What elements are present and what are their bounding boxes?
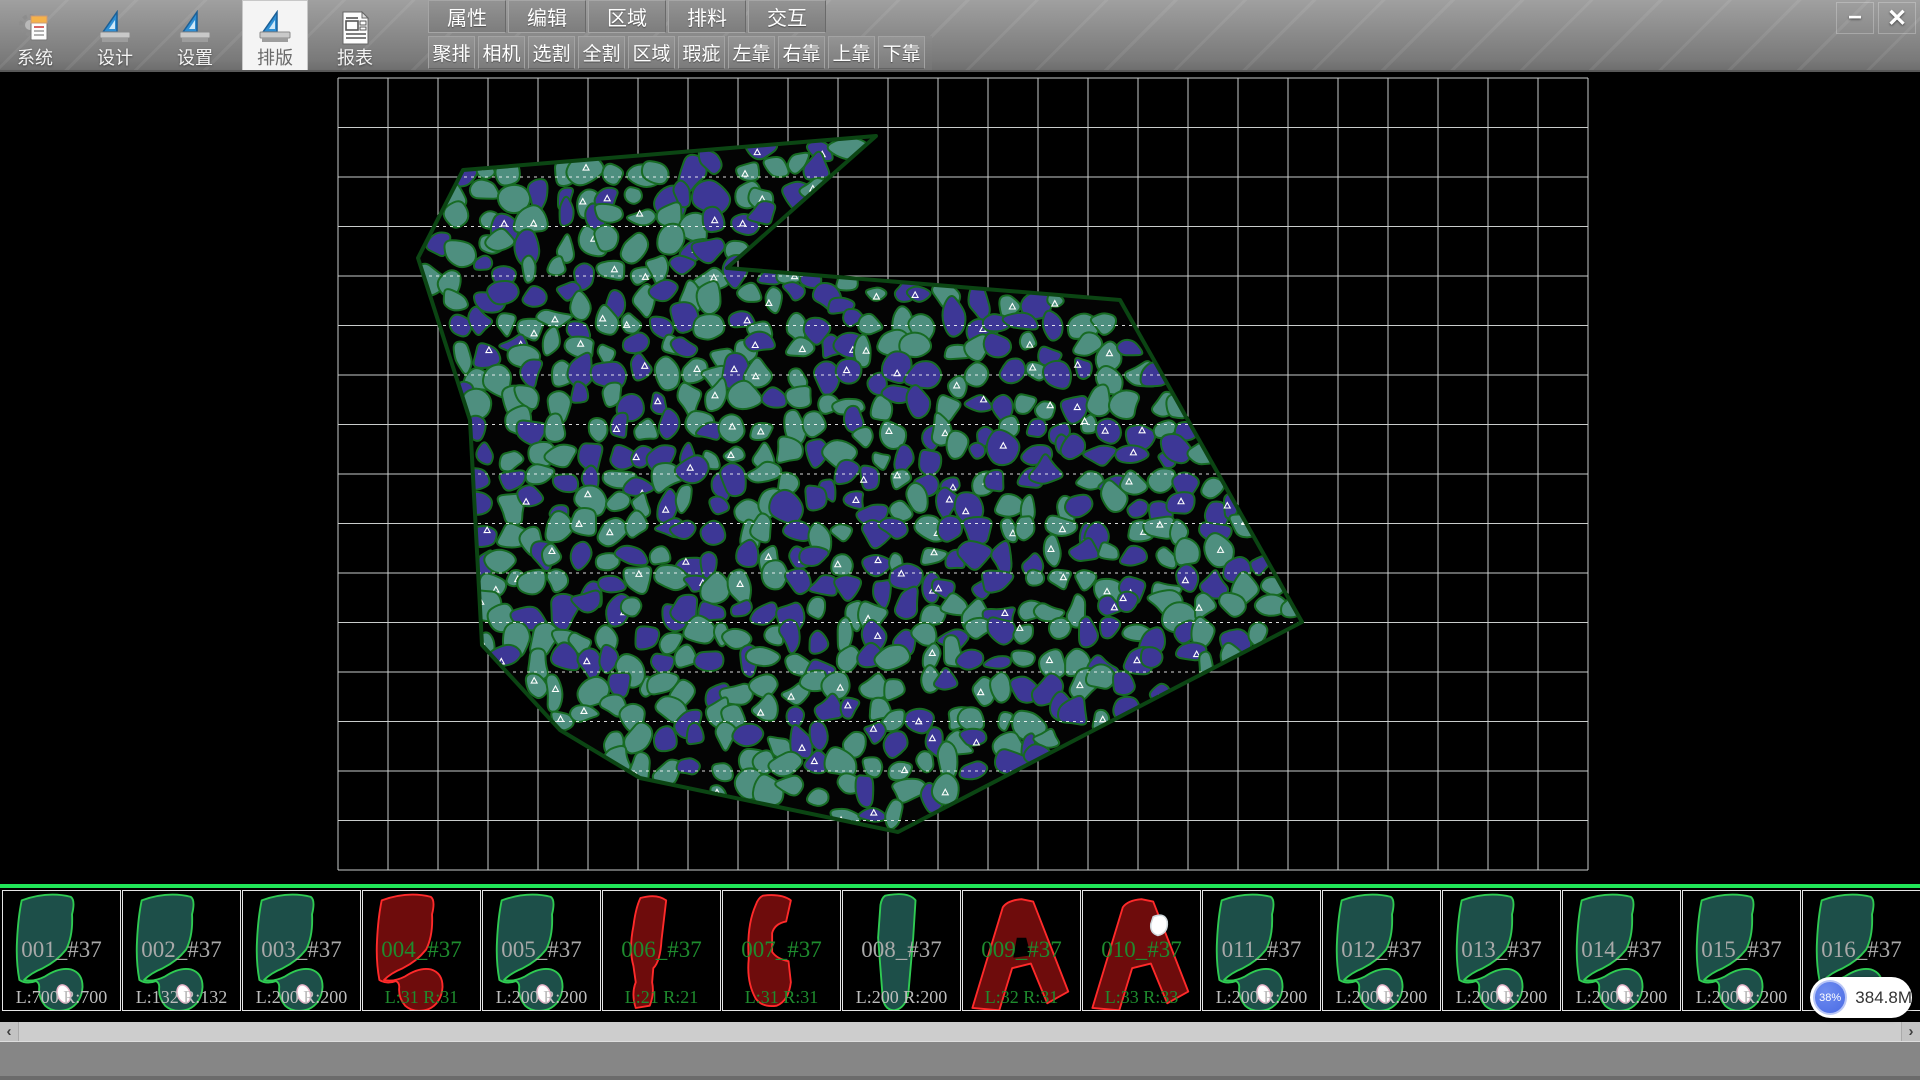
memory-size-label: 384.8M <box>1855 988 1912 1008</box>
minimize-button[interactable]: − <box>1836 2 1874 34</box>
progress-badge[interactable]: 38% 384.8M <box>1810 977 1912 1018</box>
scroll-left-icon[interactable]: ‹ <box>0 1022 19 1041</box>
report-doc-icon <box>337 10 373 46</box>
pattern-cell-lr-count: L:31 R:31 <box>723 987 840 1008</box>
pattern-cell-014_#37[interactable]: 014_#37 L:200 R:200 <box>1562 890 1681 1011</box>
pattern-cell-name: 010_#37 <box>1083 937 1200 963</box>
pattern-cell-007_#37[interactable]: 007_#37 L:31 R:31 <box>722 890 841 1011</box>
pattern-cell-name: 012_#37 <box>1323 937 1440 963</box>
pattern-cell-lr-count: L:200 R:200 <box>1323 987 1440 1008</box>
pattern-cell-name: 007_#37 <box>723 937 840 963</box>
design-ruler-icon <box>97 10 133 46</box>
pattern-cell-008_#37[interactable]: 008_#37 L:200 R:200 <box>842 890 961 1011</box>
menu-item-2[interactable]: 编辑 <box>508 0 586 33</box>
pattern-cell-name: 006_#37 <box>603 937 720 963</box>
toolbar-button-3[interactable]: 设置 <box>162 0 228 70</box>
pattern-cell-name: 008_#37 <box>843 937 960 963</box>
pattern-cell-lr-count: L:33 R:33 <box>1083 987 1200 1008</box>
toolbar-button-label: 设计 <box>97 48 133 68</box>
pattern-cell-name: 002_#37 <box>123 937 240 963</box>
strip-divider-line <box>0 884 1920 888</box>
pattern-cell-006_#37[interactable]: 006_#37 L:21 R:21 <box>602 890 721 1011</box>
pattern-cell-name: 016_#37 <box>1803 937 1920 963</box>
pattern-cell-015_#37[interactable]: 015_#37 L:200 R:200 <box>1682 890 1801 1011</box>
pattern-cell-lr-count: L:700 R:700 <box>3 987 120 1008</box>
menu-bar: 属性编辑区域排料交互 <box>428 0 828 34</box>
progress-circle: 38% <box>1813 980 1847 1015</box>
menu-item-1[interactable]: 属性 <box>428 0 506 33</box>
toolbar-button-5[interactable]: 报表 <box>322 0 388 70</box>
close-button[interactable]: ✕ <box>1878 2 1916 34</box>
tool-item-5[interactable]: 区域 <box>628 36 675 69</box>
pattern-cell-005_#37[interactable]: 005_#37 L:200 R:200 <box>482 890 601 1011</box>
main-toolbar: 系统 设计 设置 排版 报表 <box>2 0 402 70</box>
tool-item-9[interactable]: 上靠 <box>828 36 875 69</box>
tool-item-1[interactable]: 聚排 <box>428 36 475 69</box>
pattern-cell-lr-count: L:200 R:200 <box>483 987 600 1008</box>
toolbar-button-label: 设置 <box>177 48 213 68</box>
pattern-cell-lr-count: L:200 R:200 <box>243 987 360 1008</box>
horizontal-scrollbar[interactable]: ‹ › <box>0 1022 1920 1041</box>
toolbar-button-label: 系统 <box>17 48 53 68</box>
pattern-cell-lr-count: L:21 R:21 <box>603 987 720 1008</box>
pattern-cell-004_#37[interactable]: 004_#37 L:31 R:31 <box>362 890 481 1011</box>
nesting-canvas[interactable] <box>0 72 1920 884</box>
pattern-cell-lr-count: L:200 R:200 <box>1203 987 1320 1008</box>
pattern-cell-name: 015_#37 <box>1683 937 1800 963</box>
tool-bar: 聚排相机选割全割区域瑕疵左靠右靠上靠下靠 <box>428 36 932 70</box>
pattern-cell-012_#37[interactable]: 012_#37 L:200 R:200 <box>1322 890 1441 1011</box>
toolbar-button-label: 排版 <box>257 48 293 68</box>
settings-ruler-icon <box>177 10 213 46</box>
scroll-right-icon[interactable]: › <box>1901 1022 1920 1041</box>
window-controls: − ✕ <box>1832 2 1916 34</box>
toolbar-button-2[interactable]: 设计 <box>82 0 148 70</box>
system-gear-icon <box>17 10 53 46</box>
tool-item-6[interactable]: 瑕疵 <box>678 36 725 69</box>
pattern-cell-010_#37[interactable]: 010_#37 L:33 R:33 <box>1082 890 1201 1011</box>
pattern-cell-lr-count: L:200 R:200 <box>1443 987 1560 1008</box>
tool-item-7[interactable]: 左靠 <box>728 36 775 69</box>
tool-item-4[interactable]: 全割 <box>578 36 625 69</box>
pattern-cell-name: 004_#37 <box>363 937 480 963</box>
pattern-cell-name: 003_#37 <box>243 937 360 963</box>
menu-item-4[interactable]: 排料 <box>668 0 746 33</box>
pattern-cell-003_#37[interactable]: 003_#37 L:200 R:200 <box>242 890 361 1011</box>
status-bar <box>0 1041 1920 1080</box>
pattern-cell-name: 014_#37 <box>1563 937 1680 963</box>
tool-item-3[interactable]: 选割 <box>528 36 575 69</box>
menu-item-5[interactable]: 交互 <box>748 0 826 33</box>
pattern-cell-lr-count: L:31 R:31 <box>363 987 480 1008</box>
pattern-cell-lr-count: L:32 R:31 <box>963 987 1080 1008</box>
tool-item-10[interactable]: 下靠 <box>878 36 925 69</box>
pattern-cell-lr-count: L:132 R:132 <box>123 987 240 1008</box>
pattern-cell-013_#37[interactable]: 013_#37 L:200 R:200 <box>1442 890 1561 1011</box>
pattern-cell-lr-count: L:200 R:200 <box>843 987 960 1008</box>
pattern-strip: 001_#37L:700 R:700002_#37L:132 R:132003_… <box>0 884 1920 1022</box>
pattern-cell-011_#37[interactable]: 011_#37 L:200 R:200 <box>1202 890 1321 1011</box>
pattern-cell-001_#37[interactable]: 001_#37 L:700 R:700 <box>2 890 121 1011</box>
pattern-cell-lr-count: L:200 R:200 <box>1563 987 1680 1008</box>
pattern-cell-name: 005_#37 <box>483 937 600 963</box>
pattern-cells: 001_#37L:700 R:700002_#37L:132 R:132003_… <box>2 890 1920 1011</box>
pattern-cell-name: 001_#37 <box>3 937 120 963</box>
pattern-cell-name: 011_#37 <box>1203 937 1320 963</box>
canvas-svg <box>0 72 1920 884</box>
pattern-cell-name: 009_#37 <box>963 937 1080 963</box>
tool-item-2[interactable]: 相机 <box>478 36 525 69</box>
toolbar-button-4[interactable]: 排版 <box>242 0 308 70</box>
progress-percent: 38% <box>1819 992 1841 1004</box>
pattern-cell-lr-count: L:200 R:200 <box>1683 987 1800 1008</box>
pattern-cell-002_#37[interactable]: 002_#37 L:132 R:132 <box>122 890 241 1011</box>
toolbar-button-label: 报表 <box>337 48 373 68</box>
toolbar-button-1[interactable]: 系统 <box>2 0 68 70</box>
titlebar: 系统设计设置排版报表 属性编辑区域排料交互 聚排相机选割全割区域瑕疵左靠右靠上靠… <box>0 0 1920 72</box>
layout-ruler-icon <box>257 10 293 46</box>
pattern-cell-009_#37[interactable]: 009_#37 L:32 R:31 <box>962 890 1081 1011</box>
pattern-cell-name: 013_#37 <box>1443 937 1560 963</box>
menu-item-3[interactable]: 区域 <box>588 0 666 33</box>
tool-item-8[interactable]: 右靠 <box>778 36 825 69</box>
